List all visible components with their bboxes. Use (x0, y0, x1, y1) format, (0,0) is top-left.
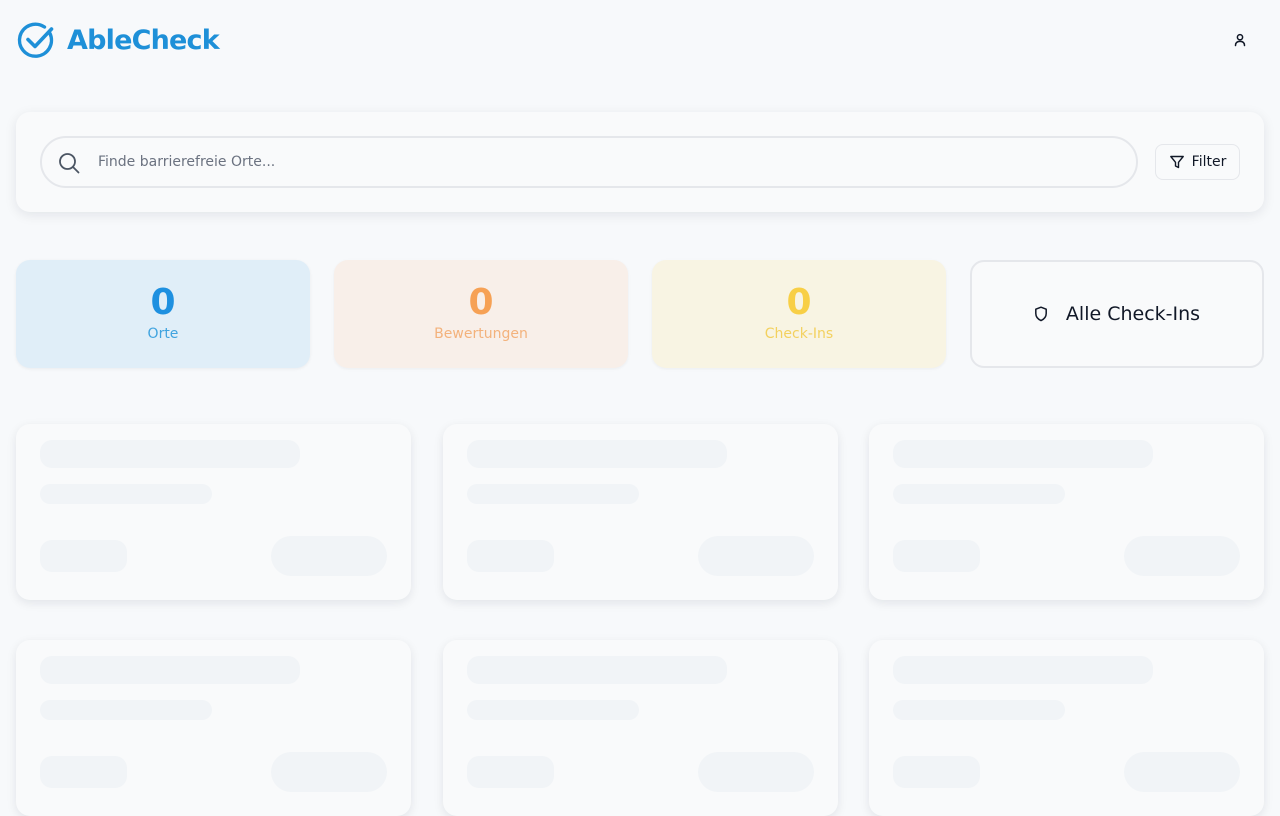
shield-icon (1034, 306, 1047, 322)
filter-button[interactable]: Filter (1155, 144, 1240, 180)
place-card-skeleton (869, 640, 1264, 816)
skeleton-button (698, 536, 814, 576)
app-header: AbleCheck (0, 0, 1280, 80)
filter-label: Filter (1191, 154, 1227, 170)
stat-checkins: 0 Check-Ins (652, 260, 946, 368)
skeleton-button (1124, 752, 1240, 792)
skeleton-tag (467, 540, 554, 572)
filter-icon (1169, 155, 1184, 169)
search-box[interactable] (40, 136, 1138, 188)
skeleton-tag (40, 540, 127, 572)
skeleton-subtitle (467, 700, 639, 720)
skeleton-tag (467, 756, 554, 788)
skeleton-title (893, 656, 1153, 684)
search-panel: Filter (16, 112, 1264, 212)
stat-checkins-value: 0 (786, 282, 812, 323)
skeleton-subtitle (467, 484, 639, 504)
all-checkins-button[interactable]: Alle Check-Ins (970, 260, 1264, 368)
stat-ratings-label: Bewertungen (434, 326, 528, 342)
skeleton-tag (40, 756, 127, 788)
skeleton-button (271, 536, 387, 576)
place-card-skeleton (16, 640, 411, 816)
skeleton-tag (893, 540, 980, 572)
place-card-skeleton (443, 424, 838, 600)
skeleton-title (467, 440, 727, 468)
skeleton-title (467, 656, 727, 684)
stat-places: 0 Orte (16, 260, 310, 368)
skeleton-subtitle (893, 700, 1065, 720)
place-card-skeleton (869, 424, 1264, 600)
app-logo[interactable]: AbleCheck (17, 20, 220, 60)
stat-checkins-label: Check-Ins (764, 326, 834, 342)
skeleton-tag (893, 756, 980, 788)
skeleton-button (698, 752, 814, 792)
place-card-skeleton (443, 640, 838, 816)
all-checkins-label: Alle Check-Ins (1065, 303, 1201, 325)
skeleton-title (893, 440, 1153, 468)
check-circle-icon (17, 22, 54, 58)
skeleton-subtitle (40, 700, 212, 720)
skeleton-subtitle (893, 484, 1065, 504)
search-input[interactable] (98, 138, 1118, 186)
skeleton-title (40, 656, 300, 684)
skeleton-button (1124, 536, 1240, 576)
stat-ratings-value: 0 (468, 282, 494, 323)
stat-ratings: 0 Bewertungen (334, 260, 628, 368)
user-icon (1234, 33, 1246, 47)
place-card-skeleton (16, 424, 411, 600)
stat-places-value: 0 (150, 282, 176, 323)
logo-text: AbleCheck (67, 24, 220, 56)
stat-places-label: Orte (147, 326, 179, 342)
skeleton-button (271, 752, 387, 792)
user-button[interactable] (1224, 24, 1256, 56)
search-icon (59, 153, 80, 174)
skeleton-subtitle (40, 484, 212, 504)
skeleton-title (40, 440, 300, 468)
